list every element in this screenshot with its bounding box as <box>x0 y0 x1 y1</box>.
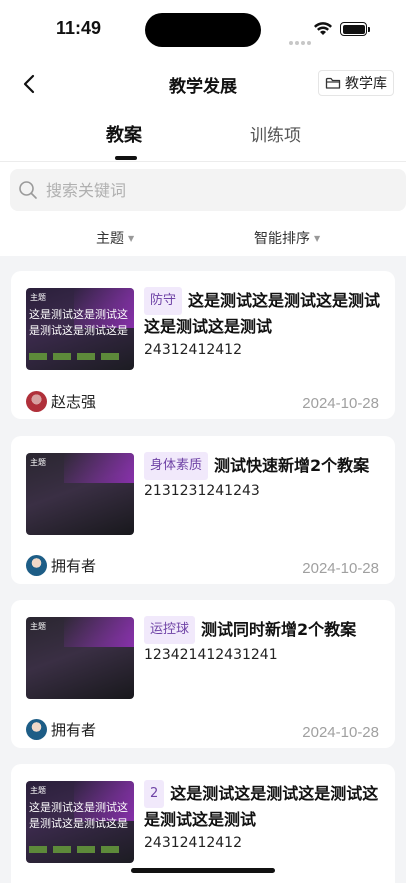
lesson-date: 2024-10-28 <box>302 560 379 577</box>
lesson-code: 2131231241243 <box>144 483 260 499</box>
lesson-title: 防守 这是测试这是测试这是测试这是测试这是测试 <box>144 287 384 339</box>
lesson-title: 2 这是测试这是测试这是测试这是测试这是测试 <box>144 780 384 832</box>
thumbnail-label: 主题 <box>30 622 46 631</box>
lesson-code: 123421412431241 <box>144 647 278 663</box>
category-tag: 身体素质 <box>144 452 209 480</box>
lesson-code: 24312412412 <box>144 835 242 851</box>
lesson-card[interactable]: 主题 运控球 测试同时新增2个教案 123421412431241 拥有者 202… <box>11 600 395 748</box>
thumbnail-text: 这是测试这是测试这 <box>29 801 128 814</box>
sort-filter-label: 智能排序 <box>254 231 310 247</box>
thumbnail-text: 是测试这是测试这是 <box>29 817 128 830</box>
topic-filter[interactable]: 主题 ▼ <box>96 228 134 248</box>
lesson-date: 2024-10-28 <box>302 724 379 741</box>
owner-name: 赵志强 <box>51 393 97 411</box>
search-area <box>0 162 406 220</box>
lesson-title: 身体素质 测试快速新增2个教案 <box>144 452 384 480</box>
lesson-code: 24312412412 <box>144 342 242 358</box>
owner: 赵志强 <box>26 391 96 412</box>
avatar <box>26 719 47 740</box>
lesson-title: 运控球 测试同时新增2个教案 <box>144 616 384 644</box>
wifi-icon <box>314 22 332 35</box>
thumbnail-label: 主题 <box>30 458 46 467</box>
thumbnail-text: 是测试这是测试这是 <box>29 324 128 337</box>
teaching-library-label: 教学库 <box>345 76 387 92</box>
lesson-thumbnail: 主题 <box>26 453 134 535</box>
category-tag: 2 <box>144 780 165 808</box>
owner: 拥有者 <box>26 719 96 740</box>
nav-bar: 教学发展 教学库 <box>0 60 406 108</box>
caret-down-icon: ▼ <box>314 233 321 243</box>
tab-lesson-plans[interactable]: 教案 <box>106 121 142 147</box>
status-time: 11:49 <box>56 18 102 38</box>
teaching-library-button[interactable]: 教学库 <box>318 70 394 96</box>
tab-training-items[interactable]: 训练项 <box>250 121 301 146</box>
owner: 拥有者 <box>26 555 96 576</box>
avatar <box>26 391 47 412</box>
category-tag: 防守 <box>144 287 183 315</box>
thumbnail-label: 主题 <box>30 786 46 795</box>
lesson-card[interactable]: 主题 这是测试这是测试这 是测试这是测试这是 2 这是测试这是测试这是测试这是测试… <box>11 764 395 883</box>
sort-filter[interactable]: 智能排序 ▼ <box>254 228 320 248</box>
filter-bar: 主题 ▼ 智能排序 ▼ <box>0 220 406 256</box>
battery-icon <box>340 22 370 36</box>
lesson-thumbnail: 主题 这是测试这是测试这 是测试这是测试这是 <box>26 288 134 370</box>
search-box[interactable] <box>10 169 406 211</box>
home-indicator <box>131 868 275 873</box>
avatar <box>26 555 47 576</box>
owner-name: 拥有者 <box>51 721 97 739</box>
caret-down-icon: ▼ <box>128 233 135 243</box>
owner-name: 拥有者 <box>51 557 97 575</box>
folder-icon <box>325 77 341 89</box>
thumbnail-label: 主题 <box>30 293 46 302</box>
lesson-thumbnail: 主题 这是测试这是测试这 是测试这是测试这是 <box>26 781 134 863</box>
topic-filter-label: 主题 <box>96 231 124 247</box>
search-icon <box>19 181 37 199</box>
lesson-card[interactable]: 主题 这是测试这是测试这 是测试这是测试这是 防守 这是测试这是测试这是测试这是测… <box>11 271 395 419</box>
tab-bar: 教案 训练项 <box>0 108 406 162</box>
lesson-card[interactable]: 主题 身体素质 测试快速新增2个教案 2131231241243 拥有者 2024… <box>11 436 395 584</box>
search-input[interactable] <box>46 180 346 200</box>
lesson-thumbnail: 主题 <box>26 617 134 699</box>
status-bar: 11:49 <box>0 0 406 60</box>
lesson-date: 2024-10-28 <box>302 395 379 412</box>
dynamic-island <box>145 13 261 47</box>
category-tag: 运控球 <box>144 616 196 644</box>
thumbnail-text: 这是测试这是测试这 <box>29 308 128 321</box>
active-tab-indicator <box>115 156 137 160</box>
signal-icon <box>289 30 313 49</box>
